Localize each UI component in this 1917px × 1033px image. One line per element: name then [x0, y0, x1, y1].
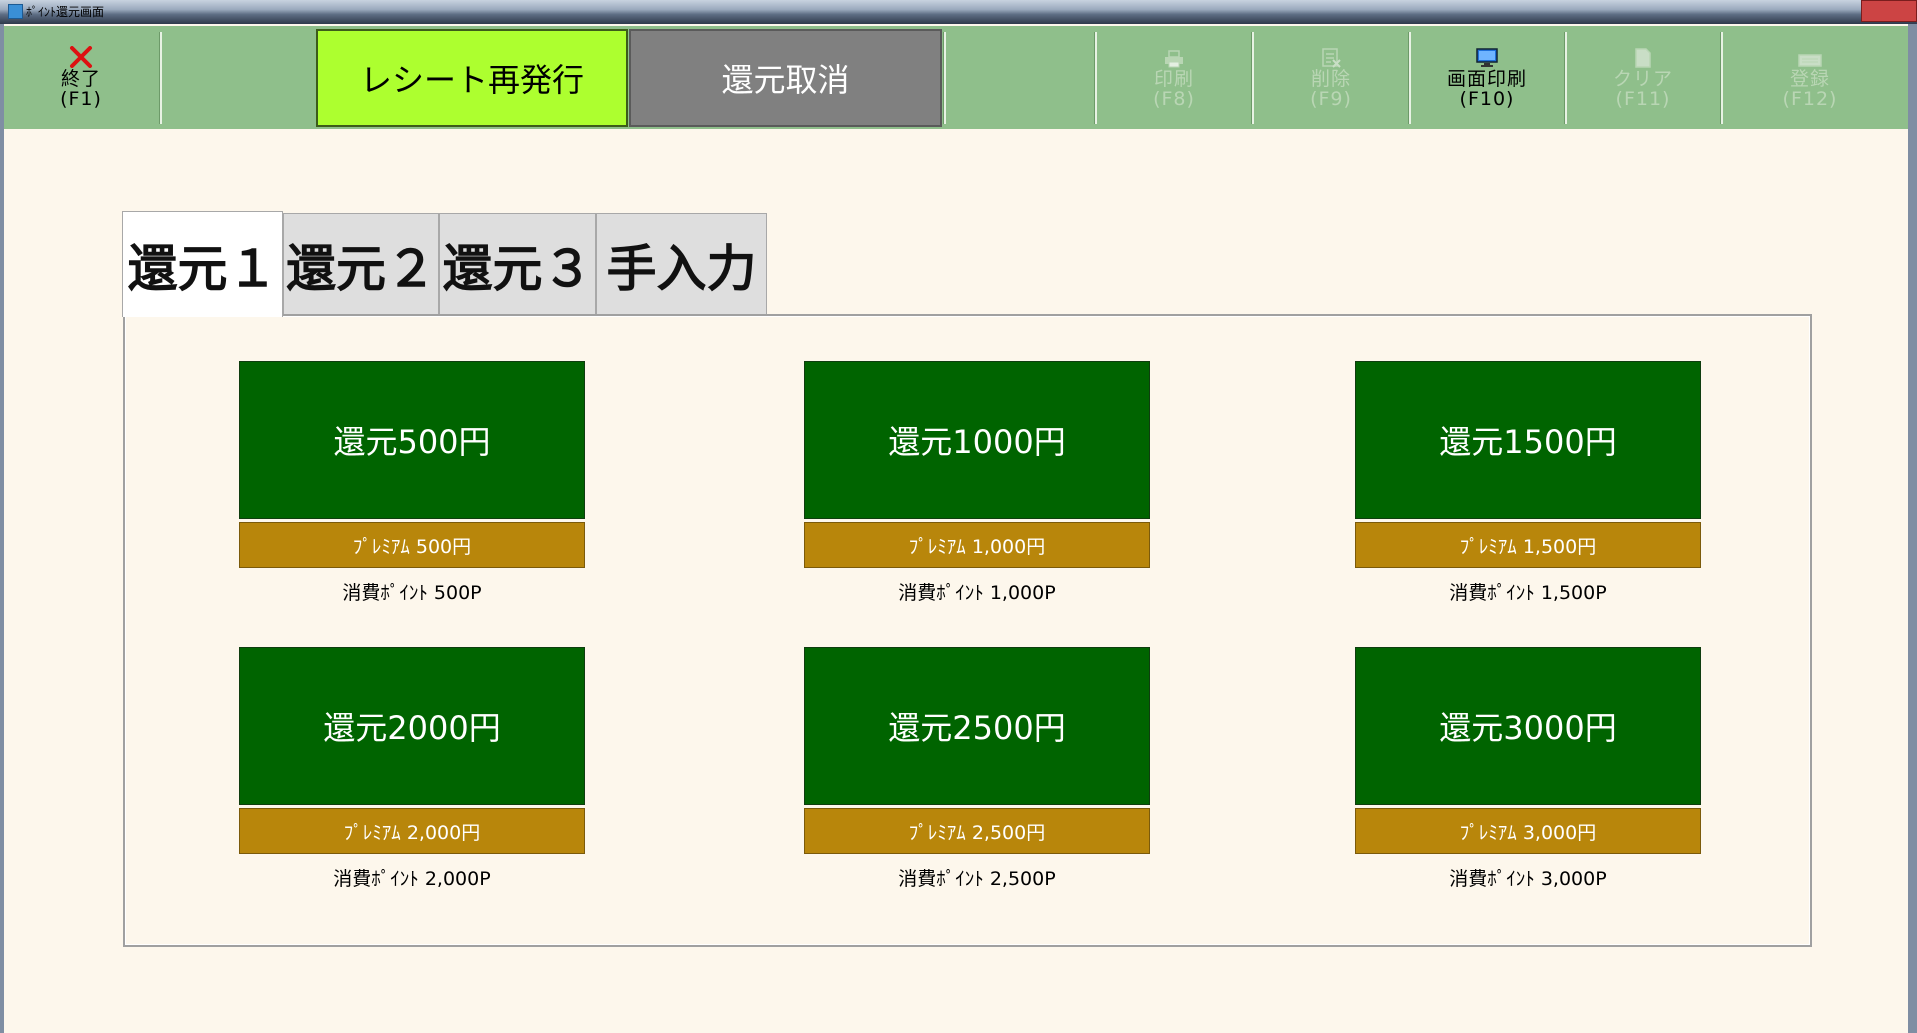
- window-border-left: [0, 24, 4, 1033]
- points-consumed: 消費ﾎﾟｲﾝﾄ 2,000P: [333, 868, 491, 890]
- premium-amount[interactable]: ﾌﾟﾚﾐｱﾑ 2,500円: [804, 808, 1150, 854]
- print-key: (F8): [1153, 88, 1195, 110]
- premium-amount[interactable]: ﾌﾟﾚﾐｱﾑ 3,000円: [1355, 808, 1701, 854]
- clear-key: (F11): [1615, 88, 1671, 110]
- premium-amount[interactable]: ﾌﾟﾚﾐｱﾑ 2,000円: [239, 808, 585, 854]
- refund-card: 還元1000円 ﾌﾟﾚﾐｱﾑ 1,000円 消費ﾎﾟｲﾝﾄ 1,000P: [804, 361, 1150, 605]
- refund-card: 還元3000円 ﾌﾟﾚﾐｱﾑ 3,000円 消費ﾎﾟｲﾝﾄ 3,000P: [1355, 647, 1701, 891]
- refund-2500-button[interactable]: 還元2500円: [804, 647, 1150, 805]
- refund-1000-button[interactable]: 還元1000円: [804, 361, 1150, 519]
- tab-refund-3[interactable]: 還元３: [439, 213, 596, 315]
- screen-print-key: (F10): [1459, 88, 1515, 110]
- window-border-right: [1908, 24, 1917, 1033]
- close-x-icon: [69, 46, 93, 68]
- refund-options-panel: 還元500円 ﾌﾟﾚﾐｱﾑ 500円 消費ﾎﾟｲﾝﾄ 500P 還元1000円 …: [123, 314, 1812, 947]
- exit-button[interactable]: 終了 (F1): [4, 26, 158, 129]
- register-key: (F12): [1782, 88, 1838, 110]
- toolbar-separator: [943, 32, 946, 124]
- clear-button[interactable]: クリア (F11): [1566, 26, 1720, 129]
- clear-label: クリア: [1612, 68, 1673, 90]
- refund-card: 還元2000円 ﾌﾟﾚﾐｱﾑ 2,000円 消費ﾎﾟｲﾝﾄ 2,000P: [239, 647, 585, 891]
- tab-refund-2[interactable]: 還元２: [283, 213, 439, 315]
- refund-card: 還元500円 ﾌﾟﾚﾐｱﾑ 500円 消費ﾎﾟｲﾝﾄ 500P: [239, 361, 585, 605]
- screen-print-button[interactable]: 画面印刷 (F10): [1410, 26, 1564, 129]
- refund-card: 還元1500円 ﾌﾟﾚﾐｱﾑ 1,500円 消費ﾎﾟｲﾝﾄ 1,500P: [1355, 361, 1701, 605]
- toolbar-separator: [159, 32, 162, 124]
- keyboard-icon: [1798, 46, 1822, 68]
- window-title: ﾎﾟｲﾝﾄ還元画面: [26, 5, 105, 19]
- premium-amount[interactable]: ﾌﾟﾚﾐｱﾑ 500円: [239, 522, 585, 568]
- exit-label: 終了: [60, 68, 101, 90]
- delete-document-icon: [1321, 46, 1341, 68]
- window-close-button[interactable]: [1861, 0, 1917, 22]
- print-label: 印刷: [1153, 68, 1194, 90]
- screen-print-label: 画面印刷: [1446, 68, 1527, 90]
- refund-2000-button[interactable]: 還元2000円: [239, 647, 585, 805]
- register-button[interactable]: 登録 (F12): [1724, 26, 1896, 129]
- refund-500-button[interactable]: 還元500円: [239, 361, 585, 519]
- cancel-refund-button[interactable]: 還元取消: [629, 29, 942, 127]
- reissue-receipt-button[interactable]: レシート再発行: [316, 29, 628, 127]
- point-refund-window: ﾎﾟｲﾝﾄ還元画面 終了 (F1) レシート再発行 還元取消 印刷 (F8) 削…: [0, 0, 1917, 1033]
- toolbar-separator: [1720, 32, 1723, 124]
- monitor-icon: [1476, 46, 1498, 68]
- print-button[interactable]: 印刷 (F8): [1097, 26, 1251, 129]
- premium-amount[interactable]: ﾌﾟﾚﾐｱﾑ 1,000円: [804, 522, 1150, 568]
- points-consumed: 消費ﾎﾟｲﾝﾄ 1,500P: [1449, 582, 1607, 604]
- tab-manual-input[interactable]: 手入力: [596, 213, 767, 315]
- tab-refund-1[interactable]: 還元１: [122, 211, 283, 317]
- exit-key: (F1): [60, 88, 102, 110]
- points-consumed: 消費ﾎﾟｲﾝﾄ 500P: [342, 582, 482, 604]
- premium-amount[interactable]: ﾌﾟﾚﾐｱﾑ 1,500円: [1355, 522, 1701, 568]
- delete-button[interactable]: 削除 (F9): [1254, 26, 1408, 129]
- title-bar: ﾎﾟｲﾝﾄ還元画面: [0, 0, 1917, 24]
- printer-icon: [1164, 46, 1184, 68]
- app-icon: [8, 4, 23, 19]
- refund-1500-button[interactable]: 還元1500円: [1355, 361, 1701, 519]
- points-consumed: 消費ﾎﾟｲﾝﾄ 2,500P: [898, 868, 1056, 890]
- eraser-document-icon: [1633, 46, 1653, 68]
- delete-key: (F9): [1310, 88, 1352, 110]
- refund-card: 還元2500円 ﾌﾟﾚﾐｱﾑ 2,500円 消費ﾎﾟｲﾝﾄ 2,500P: [804, 647, 1150, 891]
- points-consumed: 消費ﾎﾟｲﾝﾄ 1,000P: [898, 582, 1056, 604]
- function-key-toolbar: 終了 (F1) レシート再発行 還元取消 印刷 (F8) 削除 (F9) 画面印…: [4, 26, 1908, 129]
- refund-3000-button[interactable]: 還元3000円: [1355, 647, 1701, 805]
- delete-label: 削除: [1310, 68, 1351, 90]
- register-label: 登録: [1789, 68, 1830, 90]
- points-consumed: 消費ﾎﾟｲﾝﾄ 3,000P: [1449, 868, 1607, 890]
